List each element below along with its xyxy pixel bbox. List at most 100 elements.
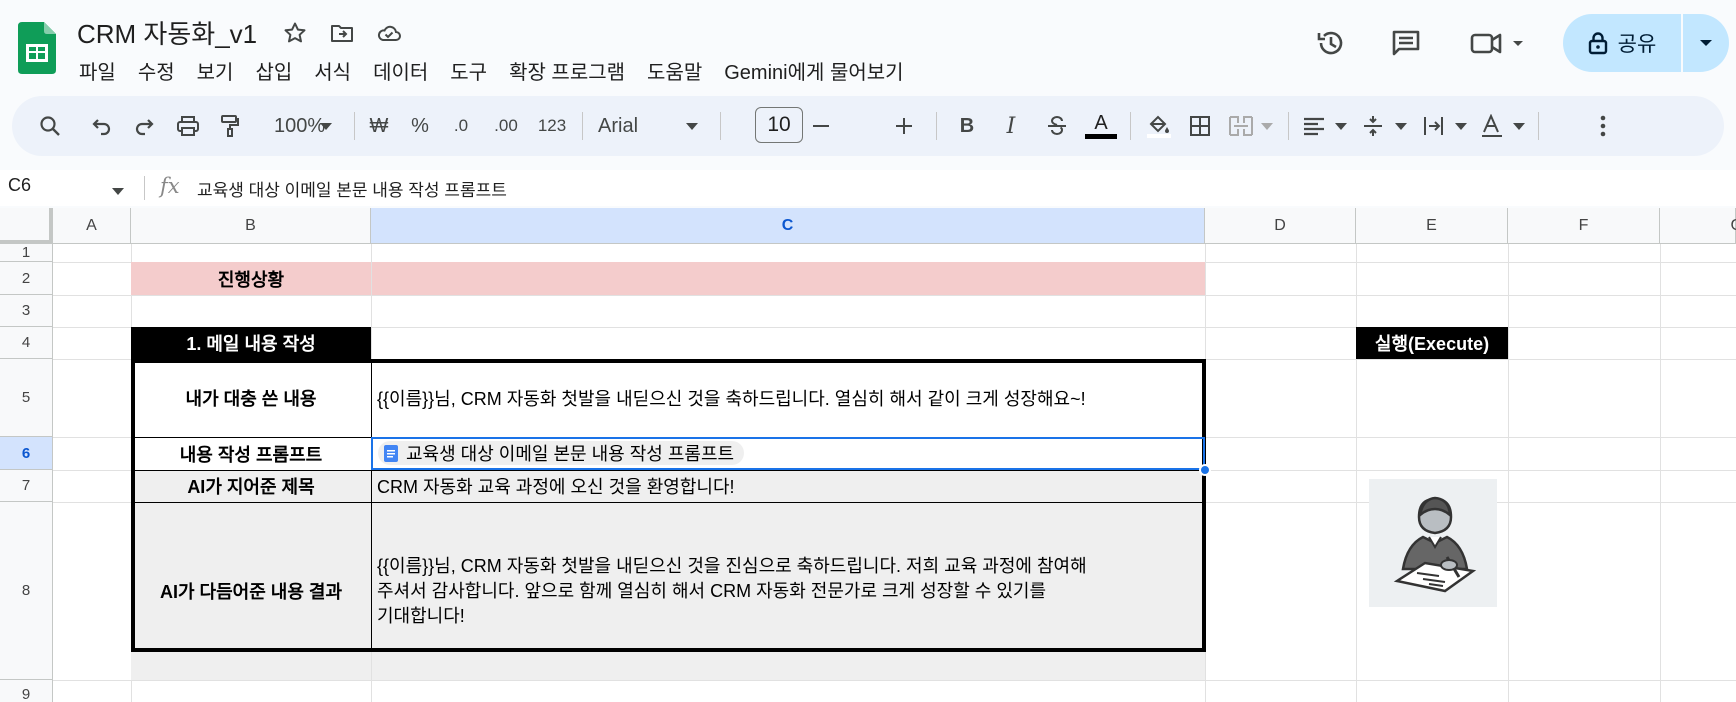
menu-data[interactable]: 데이터: [373, 56, 428, 85]
format-percent-button[interactable]: %: [405, 108, 435, 144]
formula-input[interactable]: 교육생 대상 이메일 본문 내용 작성 프롬프트: [197, 176, 507, 201]
toolbar-divider: [1538, 112, 1539, 140]
row-header-7[interactable]: 7: [0, 470, 53, 502]
text-wrapping-icon[interactable]: [1420, 108, 1470, 144]
cell-b6[interactable]: 내용 작성 프롬프트: [131, 437, 371, 470]
vertical-align-icon[interactable]: [1360, 108, 1410, 144]
row-header-1[interactable]: 1: [0, 244, 53, 262]
menu-extensions[interactable]: 확장 프로그램: [509, 56, 625, 85]
cloud-saved-icon[interactable]: [374, 18, 404, 48]
font-size-input[interactable]: 10: [755, 107, 803, 143]
column-header-d[interactable]: D: [1205, 208, 1356, 244]
redo-icon[interactable]: [128, 108, 160, 144]
row-header-8[interactable]: 8: [0, 502, 53, 680]
menu-insert[interactable]: 삽입: [255, 56, 292, 85]
menu-help[interactable]: 도움말: [647, 56, 702, 85]
print-icon[interactable]: [172, 108, 204, 144]
undo-icon[interactable]: [86, 108, 118, 144]
share-button[interactable]: 공유: [1563, 14, 1681, 72]
select-all-corner[interactable]: [0, 208, 53, 244]
formula-bar: C6 fx 교육생 대상 이메일 본문 내용 작성 프롬프트: [0, 170, 1736, 206]
column-header-g-label: G: [1731, 217, 1736, 235]
menu-tools[interactable]: 도구: [450, 56, 487, 85]
column-header-g[interactable]: G: [1660, 208, 1736, 244]
column-header-b[interactable]: B: [131, 208, 371, 244]
sheets-logo-icon[interactable]: [18, 22, 56, 74]
more-options-icon[interactable]: [1588, 108, 1618, 144]
cell-c2[interactable]: [372, 262, 1205, 295]
ai-title-label: AI가 지어준 제목: [187, 477, 315, 497]
column-header-c[interactable]: C: [371, 208, 1205, 244]
prompt-label: 내용 작성 프롬프트: [179, 444, 323, 465]
column-header-a[interactable]: A: [53, 208, 131, 244]
merge-cells-icon[interactable]: [1224, 108, 1258, 144]
search-menus-icon[interactable]: [34, 108, 66, 144]
comments-icon[interactable]: [1385, 22, 1427, 64]
star-icon[interactable]: [280, 18, 310, 48]
strikethrough-icon[interactable]: [1042, 108, 1072, 144]
version-history-icon[interactable]: [1310, 22, 1352, 64]
fill-color-icon[interactable]: [1142, 108, 1176, 144]
status-heading: 진행상황: [217, 269, 285, 290]
text-rotation-icon[interactable]: [1478, 108, 1528, 144]
menu-edit[interactable]: 수정: [138, 56, 175, 85]
cell-b5[interactable]: 내가 대충 쓴 내용: [131, 359, 371, 437]
merge-dropdown-icon[interactable]: [1258, 108, 1276, 144]
borders-icon[interactable]: [1184, 108, 1216, 144]
execute-cell[interactable]: 실행(Execute): [1356, 327, 1508, 359]
cell-b2[interactable]: 진행상황: [131, 262, 371, 295]
name-box[interactable]: C6: [8, 175, 31, 196]
cell-c7[interactable]: CRM 자동화 교육 과정에 오신 것을 환영합니다!: [372, 470, 1205, 502]
percent-label: %: [411, 114, 429, 137]
menu-view[interactable]: 보기: [197, 56, 234, 85]
app-header: CRM 자동화_v1 파일 수정 보기 삽입 서식 데이터 도구 확장 프로그램…: [0, 0, 1736, 92]
toolbar-divider: [936, 112, 937, 140]
text-color-swatch: [1085, 133, 1117, 139]
zoom-dropdown-icon[interactable]: [314, 108, 338, 144]
decrease-decimal-button[interactable]: .0: [444, 108, 478, 144]
cell-c5[interactable]: {{이름}}님, CRM 자동화 첫발을 내딛으신 것을 축하드립니다. 열심히…: [377, 359, 1205, 437]
column-header-f[interactable]: F: [1508, 208, 1660, 244]
move-folder-icon[interactable]: [327, 18, 357, 48]
row-header-4[interactable]: 4: [0, 327, 53, 359]
menu-bar: 파일 수정 보기 삽입 서식 데이터 도구 확장 프로그램 도움말 Gemini…: [79, 56, 926, 85]
format-currency-button[interactable]: ₩: [364, 108, 394, 144]
document-title[interactable]: CRM 자동화_v1: [77, 14, 257, 51]
cell-b8[interactable]: AI가 다듬어준 내용 결과: [131, 502, 371, 680]
execute-label: 실행(Execute): [1374, 334, 1490, 354]
font-family-value: Arial: [598, 114, 639, 137]
italic-button[interactable]: I: [996, 108, 1026, 144]
menu-file[interactable]: 파일: [79, 56, 116, 85]
execute-image-button[interactable]: [1369, 479, 1497, 607]
share-control: 공유: [1563, 14, 1729, 72]
fill-handle[interactable]: [1199, 464, 1211, 476]
menu-format[interactable]: 서식: [314, 56, 351, 85]
increase-font-size-icon[interactable]: [889, 108, 919, 144]
more-formats-button[interactable]: 123: [532, 108, 572, 144]
bold-button[interactable]: B: [952, 108, 982, 144]
font-dropdown-icon[interactable]: [680, 108, 704, 144]
text-color-button[interactable]: A: [1084, 108, 1118, 144]
row-header-5[interactable]: 5: [0, 359, 53, 437]
cell-b7[interactable]: AI가 지어준 제목: [131, 470, 371, 502]
name-box-dropdown-icon[interactable]: [112, 182, 124, 200]
row-header-2[interactable]: 2: [0, 262, 53, 295]
row-header-9[interactable]: 9: [0, 680, 53, 702]
formula-divider: [144, 176, 145, 200]
active-cell-c6[interactable]: [371, 437, 1205, 470]
row-header-6[interactable]: 6: [0, 437, 53, 470]
row-header-3[interactable]: 3: [0, 295, 53, 327]
cell-b4[interactable]: 1. 메일 내용 작성: [131, 327, 371, 359]
increase-decimal-button[interactable]: .00: [486, 108, 526, 144]
menu-ask-gemini[interactable]: Gemini에게 물어보기: [724, 56, 903, 85]
ai-result-label: AI가 다듬어준 내용 결과: [159, 582, 343, 602]
column-header-e[interactable]: E: [1356, 208, 1508, 244]
share-dropdown-button[interactable]: [1683, 14, 1729, 72]
horizontal-align-icon[interactable]: [1300, 108, 1350, 144]
paint-format-icon[interactable]: [214, 108, 246, 144]
spreadsheet-grid: A B C D E F G 1 2 3 4 5 6 7 8 9 진행상황 1. …: [0, 208, 1736, 702]
table-inner-border: [131, 470, 1206, 471]
meet-video-icon[interactable]: [1466, 22, 1530, 64]
decrease-decimal-label: .0: [453, 116, 469, 135]
decrease-font-size-icon[interactable]: [806, 108, 836, 144]
